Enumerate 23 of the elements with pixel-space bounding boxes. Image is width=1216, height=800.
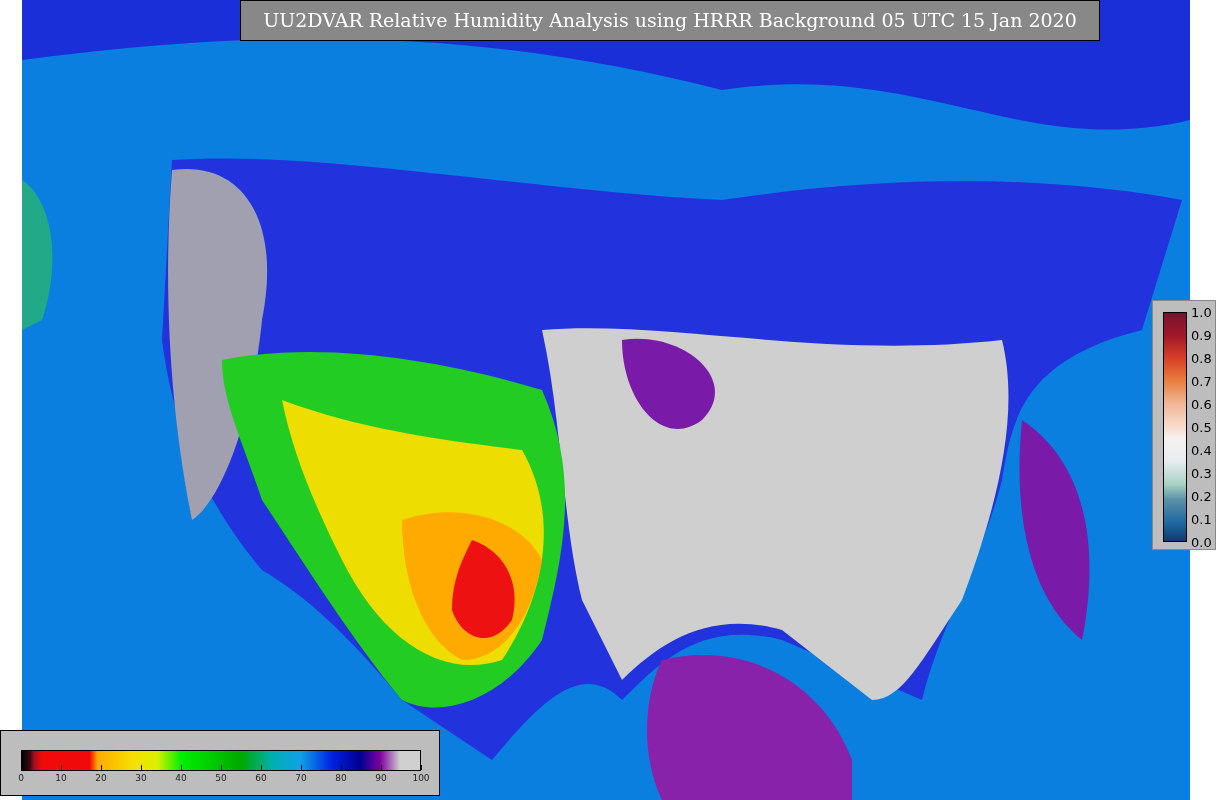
scale-label: 0.7: [1191, 373, 1212, 389]
scale-label: 0.8: [1191, 350, 1212, 366]
scale-label: 0.4: [1191, 442, 1212, 458]
scale-label: 60: [255, 773, 267, 784]
scale-label: 0.1: [1191, 511, 1212, 527]
scale-label: 90: [375, 773, 387, 784]
scale-label: 0.0: [1191, 534, 1212, 550]
scale-label: 0.3: [1191, 465, 1212, 481]
scale-label: 0: [18, 773, 24, 784]
scale-label: 70: [295, 773, 307, 784]
scale-label: 20: [95, 773, 107, 784]
scale-label: 50: [215, 773, 227, 784]
scale-label: 0.9: [1191, 327, 1212, 343]
scale-label: 0.2: [1191, 488, 1212, 504]
scale-label: 80: [335, 773, 347, 784]
scale-label: 10: [55, 773, 67, 784]
map-title: UU2DVAR Relative Humidity Analysis using HRRR Background 05 UTC 15 Jan 2020: [240, 0, 1100, 41]
scale-label: 100: [412, 773, 430, 784]
scale-label: 0.5: [1191, 419, 1212, 435]
scale-label: 40: [175, 773, 187, 784]
scale-label: 1.0: [1191, 304, 1212, 320]
scale-label: 0.6: [1191, 396, 1212, 412]
scale-label: 30: [135, 773, 147, 784]
